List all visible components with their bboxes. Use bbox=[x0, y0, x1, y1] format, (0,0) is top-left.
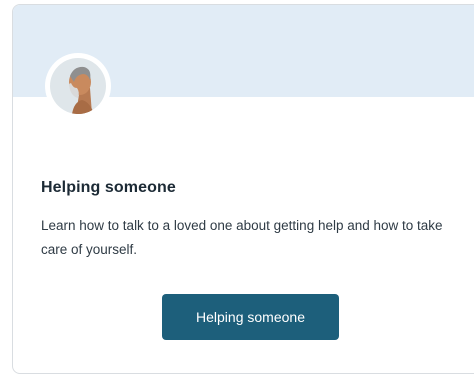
helping-someone-button[interactable]: Helping someone bbox=[162, 294, 339, 340]
avatar bbox=[45, 53, 111, 119]
card-title: Helping someone bbox=[41, 179, 176, 196]
person-profile-icon bbox=[50, 58, 106, 114]
helping-someone-card: Helping someone Learn how to talk to a l… bbox=[12, 4, 474, 374]
card-description: Learn how to talk to a loved one about g… bbox=[41, 218, 443, 257]
